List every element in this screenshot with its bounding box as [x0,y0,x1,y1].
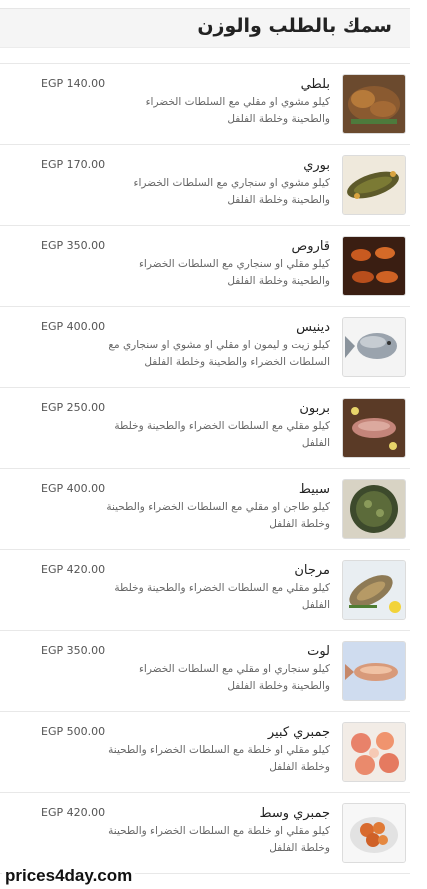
item-price: EGP 400.00 [41,482,106,495]
menu-list: EGP 140.00 بلطي كيلو مشوي او مقلي مع الس… [0,63,410,874]
item-text: سبيط كيلو طاجن او مقلي مع السلطات الخضرا… [105,481,330,533]
item-description: كيلو سنجاري او مقلي مع السلطات الخضراء و… [139,663,330,692]
menu-item[interactable]: EGP 420.00 مرجان كيلو مقلي مع السلطات ال… [0,550,410,631]
lot-fish-photo-icon[interactable] [342,641,406,701]
item-price: EGP 420.00 [41,806,106,819]
squid-photo-icon[interactable] [342,479,406,539]
item-text: جمبري وسط كيلو مقلي او خلطة مع السلطات ا… [105,805,330,857]
item-name: سبيط [298,482,330,497]
item-description: كيلو زيت و ليمون او مقلي او مشوي او سنجا… [108,339,330,368]
menu-item[interactable]: EGP 400.00 سبيط كيلو طاجن او مقلي مع الس… [0,469,410,550]
item-name: مرجان [294,563,330,578]
menu-item[interactable]: EGP 350.00 قاروص كيلو مقلي او سنجاري مع … [0,226,410,307]
tilapia-photo-icon[interactable] [342,74,406,134]
page-scrollbar[interactable] [413,0,427,889]
item-price: EGP 420.00 [41,563,106,576]
item-description: كيلو طاجن او مقلي مع السلطات الخضراء وال… [106,501,330,530]
mullet-photo-icon[interactable] [342,155,406,215]
sea-bream-photo-icon[interactable] [342,317,406,377]
morgan-fish-photo-icon[interactable] [342,560,406,620]
watermark-text: prices4day.com [2,866,136,886]
section-title: سمك بالطلب والوزن [197,15,392,37]
item-name: جمبري كبير [267,725,330,740]
menu-item[interactable]: EGP 250.00 بربون كيلو مقلي مع السلطات ال… [0,388,410,469]
item-name: دينيس [296,320,330,335]
red-mullet-photo-icon[interactable] [342,398,406,458]
menu-item[interactable]: EGP 350.00 لوت كيلو سنجاري او مقلي مع ال… [0,631,410,712]
item-name: بلطي [300,77,330,92]
item-text: بربون كيلو مقلي مع السلطات الخضراء والطح… [105,400,330,452]
item-price: EGP 250.00 [41,401,106,414]
item-price: EGP 170.00 [41,158,106,171]
section-header: سمك بالطلب والوزن [0,9,410,48]
item-description: كيلو مقلي مع السلطات الخضراء والطحينة وخ… [114,582,330,611]
item-text: جمبري كبير كيلو مقلي او خلطة مع السلطات … [105,724,330,776]
item-name: قاروص [291,239,330,254]
menu-item[interactable]: EGP 170.00 بوري كيلو مشوي او سنجاري مع ا… [0,145,410,226]
item-text: مرجان كيلو مقلي مع السلطات الخضراء والطح… [105,562,330,614]
item-price: EGP 400.00 [41,320,106,333]
item-text: بوري كيلو مشوي او سنجاري مع السلطات الخض… [105,157,330,209]
menu-item[interactable]: EGP 140.00 بلطي كيلو مشوي او مقلي مع الس… [0,63,410,145]
menu-item[interactable]: EGP 420.00 جمبري وسط كيلو مقلي او خلطة م… [0,793,410,874]
item-description: كيلو مشوي او مقلي مع السلطات الخضراء وال… [145,96,330,125]
item-price: EGP 140.00 [41,77,106,90]
item-description: كيلو مقلي او خلطة مع السلطات الخضراء وال… [108,744,330,773]
item-description: كيلو مشوي او سنجاري مع السلطات الخضراء و… [133,177,330,206]
item-name: بربون [299,401,330,416]
item-name: لوت [307,644,330,659]
item-price: EGP 350.00 [41,239,106,252]
item-description: كيلو مقلي مع السلطات الخضراء والطحينة وخ… [114,420,330,449]
item-description: كيلو مقلي او سنجاري مع السلطات الخضراء و… [139,258,330,287]
item-price: EGP 500.00 [41,725,106,738]
item-name: جمبري وسط [259,806,330,821]
medium-shrimp-photo-icon[interactable] [342,803,406,863]
item-description: كيلو مقلي او خلطة مع السلطات الخضراء وال… [108,825,330,854]
menu-item[interactable]: EGP 500.00 جمبري كبير كيلو مقلي او خلطة … [0,712,410,793]
item-text: بلطي كيلو مشوي او مقلي مع السلطات الخضرا… [105,76,330,128]
item-text: قاروص كيلو مقلي او سنجاري مع السلطات الخ… [105,238,330,290]
item-name: بوري [303,158,330,173]
menu-item[interactable]: EGP 400.00 دينيس كيلو زيت و ليمون او مقل… [0,307,410,388]
seabass-photo-icon[interactable] [342,236,406,296]
large-shrimp-photo-icon[interactable] [342,722,406,782]
item-text: دينيس كيلو زيت و ليمون او مقلي او مشوي ا… [105,319,330,371]
item-text: لوت كيلو سنجاري او مقلي مع السلطات الخضر… [105,643,330,695]
item-price: EGP 350.00 [41,644,106,657]
